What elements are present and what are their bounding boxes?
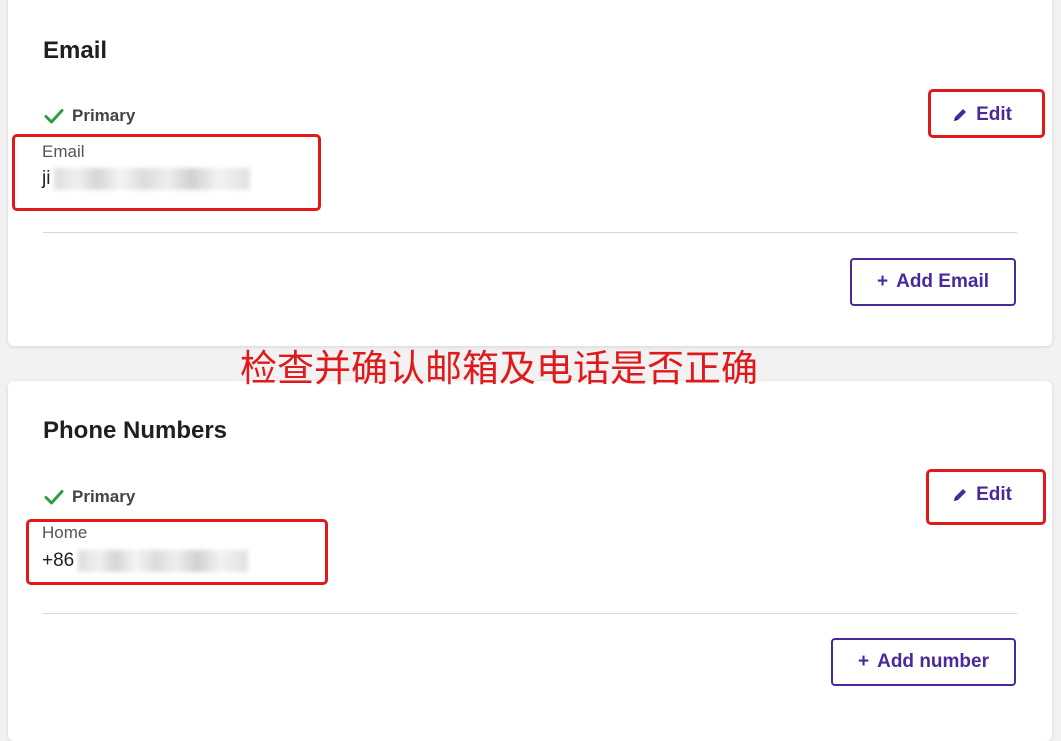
- phone-section-title: Phone Numbers: [43, 417, 228, 444]
- primary-label: Primary: [72, 106, 136, 125]
- email-card: Email Primary Email ji Edit + Add Email: [8, 0, 1052, 346]
- phone-value: +86: [42, 550, 249, 572]
- phone-field-label: Home: [42, 523, 88, 542]
- add-number-button[interactable]: + Add number: [831, 638, 1016, 686]
- email-edit-button[interactable]: Edit: [952, 104, 1012, 126]
- add-email-label: Add Email: [896, 271, 989, 292]
- plus-icon: +: [858, 651, 870, 672]
- check-icon: [44, 108, 64, 124]
- divider: [43, 232, 1017, 233]
- pencil-icon: [952, 107, 968, 123]
- check-icon: [44, 489, 64, 505]
- edit-label: Edit: [976, 484, 1012, 505]
- email-value: ji: [42, 168, 251, 190]
- annotation-text: 检查并确认邮箱及电话是否正确: [240, 347, 758, 390]
- primary-label: Primary: [72, 487, 136, 506]
- phone-primary-indicator: Primary: [44, 487, 135, 507]
- email-section-title: Email: [43, 37, 108, 64]
- phone-card: Phone Numbers Primary Home +86 Edit + Ad…: [8, 381, 1052, 741]
- divider: [43, 613, 1017, 614]
- email-value-text: ji: [42, 168, 51, 189]
- email-primary-indicator: Primary: [44, 106, 135, 126]
- add-email-button[interactable]: + Add Email: [850, 258, 1016, 306]
- pencil-icon: [952, 487, 968, 503]
- add-number-label: Add number: [877, 651, 989, 672]
- redacted-blur: [78, 550, 249, 572]
- edit-label: Edit: [976, 104, 1012, 125]
- phone-edit-button[interactable]: Edit: [952, 484, 1012, 506]
- redacted-blur: [54, 168, 251, 190]
- email-field-label: Email: [42, 142, 85, 161]
- phone-value-text: +86: [42, 550, 75, 571]
- plus-icon: +: [876, 271, 889, 292]
